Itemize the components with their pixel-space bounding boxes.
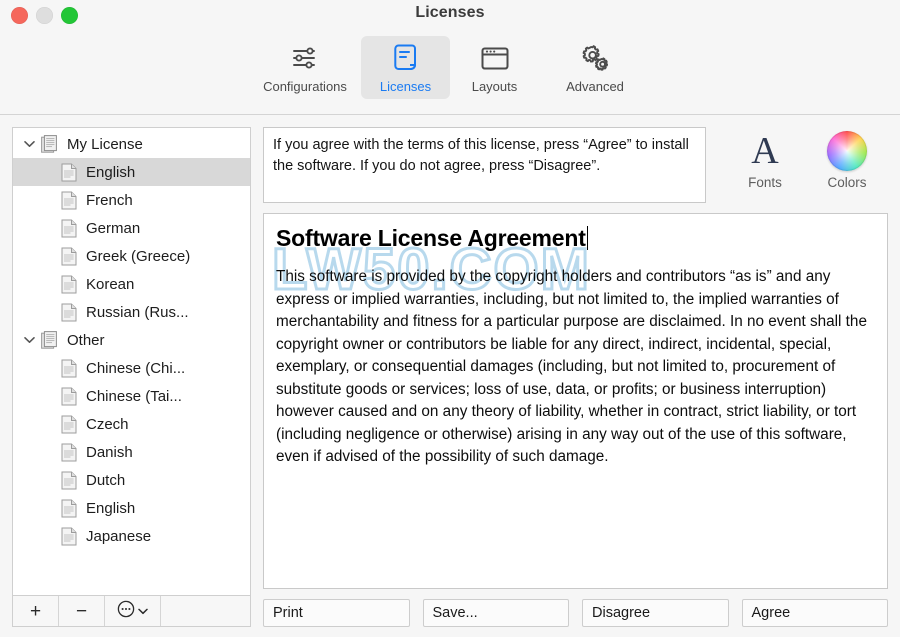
license-document-title-text: Software License Agreement: [276, 225, 586, 251]
format-tools: A Fonts Colors: [706, 127, 888, 190]
documents-stack-icon: [41, 134, 58, 154]
document-icon: [61, 275, 78, 294]
tree-item-label: Greek (Greece): [86, 247, 191, 265]
document-icon: [61, 471, 78, 490]
toolbar-tab-configurations[interactable]: Configurations: [249, 36, 361, 99]
tree-item-label: German: [86, 219, 141, 237]
main-toolbar: Configurations Licenses Layouts Advanced: [0, 32, 900, 115]
document-icon: [61, 499, 78, 518]
tree-item-dutch[interactable]: Dutch: [13, 466, 250, 494]
tree-item-label: Japanese: [86, 527, 152, 545]
tree-item-label: Korean: [86, 275, 135, 293]
tree-item-greek-greece[interactable]: Greek (Greece): [13, 242, 250, 270]
license-text-editor[interactable]: LW50.COM Software License Agreement This…: [263, 213, 888, 589]
save-button[interactable]: Save...: [422, 599, 569, 627]
document-icon: [61, 415, 78, 434]
sliders-icon: [287, 42, 323, 74]
sidebar: My License English French German Greek (…: [12, 127, 251, 627]
font-a-icon: A: [751, 130, 779, 172]
color-wheel-icon: [827, 131, 867, 171]
document-icon: [61, 443, 78, 462]
plus-icon: +: [29, 600, 42, 622]
toolbar-tab-licenses[interactable]: Licenses: [361, 36, 450, 99]
add-license-button[interactable]: +: [13, 596, 59, 626]
disagree-button[interactable]: Disagree: [582, 599, 729, 627]
tree-item-label: Dutch: [86, 471, 126, 489]
document-icon: [61, 247, 78, 266]
tree-item-german[interactable]: German: [13, 214, 250, 242]
main-pane: If you agree with the terms of this lice…: [263, 127, 888, 627]
title-bar: Licenses: [0, 0, 900, 32]
tree-item-english[interactable]: English: [13, 158, 250, 186]
licenses-window: Licenses Configurations Licenses Layouts…: [0, 0, 900, 637]
window-title: Licenses: [415, 4, 485, 21]
toolbar-tab-advanced-label: Advanced: [566, 79, 624, 94]
tree-item-label: English: [86, 499, 136, 517]
print-button[interactable]: Print: [263, 599, 410, 627]
sidebar-footer-toolbar: + −: [12, 595, 251, 627]
fonts-button-label: Fonts: [748, 175, 782, 190]
toolbar-tab-licenses-label: Licenses: [379, 79, 432, 94]
license-document-body: This software is provided by the copyrig…: [276, 268, 867, 465]
chevron-down-icon[interactable]: [21, 136, 37, 152]
document-icon: [61, 163, 78, 182]
tree-item-label: Danish: [86, 443, 133, 461]
ellipsis-circle-icon: [117, 600, 135, 623]
tree-item-label: French: [86, 191, 133, 209]
colors-button-label: Colors: [827, 175, 867, 190]
toolbar-tab-layouts-label: Layouts: [471, 79, 518, 94]
window-layout-icon: [477, 42, 513, 74]
tree-item-danish[interactable]: Danish: [13, 438, 250, 466]
content-area: My License English French German Greek (…: [0, 115, 900, 637]
tree-item-chinese-china[interactable]: Chinese (Chi...: [13, 354, 250, 382]
gears-icon: [577, 42, 613, 74]
document-icon: [61, 219, 78, 238]
tree-item-russian-russia[interactable]: Russian (Rus...: [13, 298, 250, 326]
document-icon: [61, 387, 78, 406]
sidebar-footer-spacer: [161, 596, 250, 626]
document-icon: [61, 527, 78, 546]
minus-icon: −: [75, 600, 88, 622]
fonts-button[interactable]: A Fonts: [729, 131, 801, 190]
license-actions-menu-button[interactable]: [105, 596, 161, 626]
tree-item-label: English: [86, 163, 136, 181]
tree-group-my-license[interactable]: My License: [13, 130, 250, 158]
tree-item-label: Czech: [86, 415, 129, 433]
license-tree[interactable]: My License English French German Greek (…: [12, 127, 251, 595]
tree-item-label: Russian (Rus...: [86, 303, 189, 321]
license-button-row: Print Save... Disagree Agree: [263, 599, 888, 627]
documents-stack-icon: [41, 330, 58, 350]
tree-item-czech[interactable]: Czech: [13, 410, 250, 438]
tree-item-chinese-taiwan[interactable]: Chinese (Tai...: [13, 382, 250, 410]
description-row: If you agree with the terms of this lice…: [263, 127, 888, 203]
toolbar-tab-layouts[interactable]: Layouts: [450, 36, 539, 99]
toolbar-tab-configurations-label: Configurations: [263, 79, 347, 94]
tree-item-japanese[interactable]: Japanese: [13, 522, 250, 550]
license-document-title: Software License Agreement: [276, 224, 589, 252]
colors-button[interactable]: Colors: [811, 131, 883, 190]
toolbar-tab-advanced[interactable]: Advanced: [539, 36, 651, 99]
chevron-down-icon: [138, 602, 148, 620]
tree-item-label: Chinese (Chi...: [86, 359, 186, 377]
license-description-field[interactable]: If you agree with the terms of this lice…: [263, 127, 706, 203]
chevron-down-icon[interactable]: [21, 332, 37, 348]
license-scroll-icon: [388, 42, 424, 74]
tree-group-other[interactable]: Other: [13, 326, 250, 354]
document-icon: [61, 191, 78, 210]
tree-group-label: Other: [67, 331, 105, 349]
text-caret: [586, 226, 589, 250]
tree-group-label: My License: [67, 135, 143, 153]
tree-item-korean[interactable]: Korean: [13, 270, 250, 298]
document-icon: [61, 303, 78, 322]
agree-button[interactable]: Agree: [741, 599, 888, 627]
document-icon: [61, 359, 78, 378]
tree-item-other-english[interactable]: English: [13, 494, 250, 522]
tree-item-french[interactable]: French: [13, 186, 250, 214]
remove-license-button[interactable]: −: [59, 596, 105, 626]
tree-item-label: Chinese (Tai...: [86, 387, 182, 405]
